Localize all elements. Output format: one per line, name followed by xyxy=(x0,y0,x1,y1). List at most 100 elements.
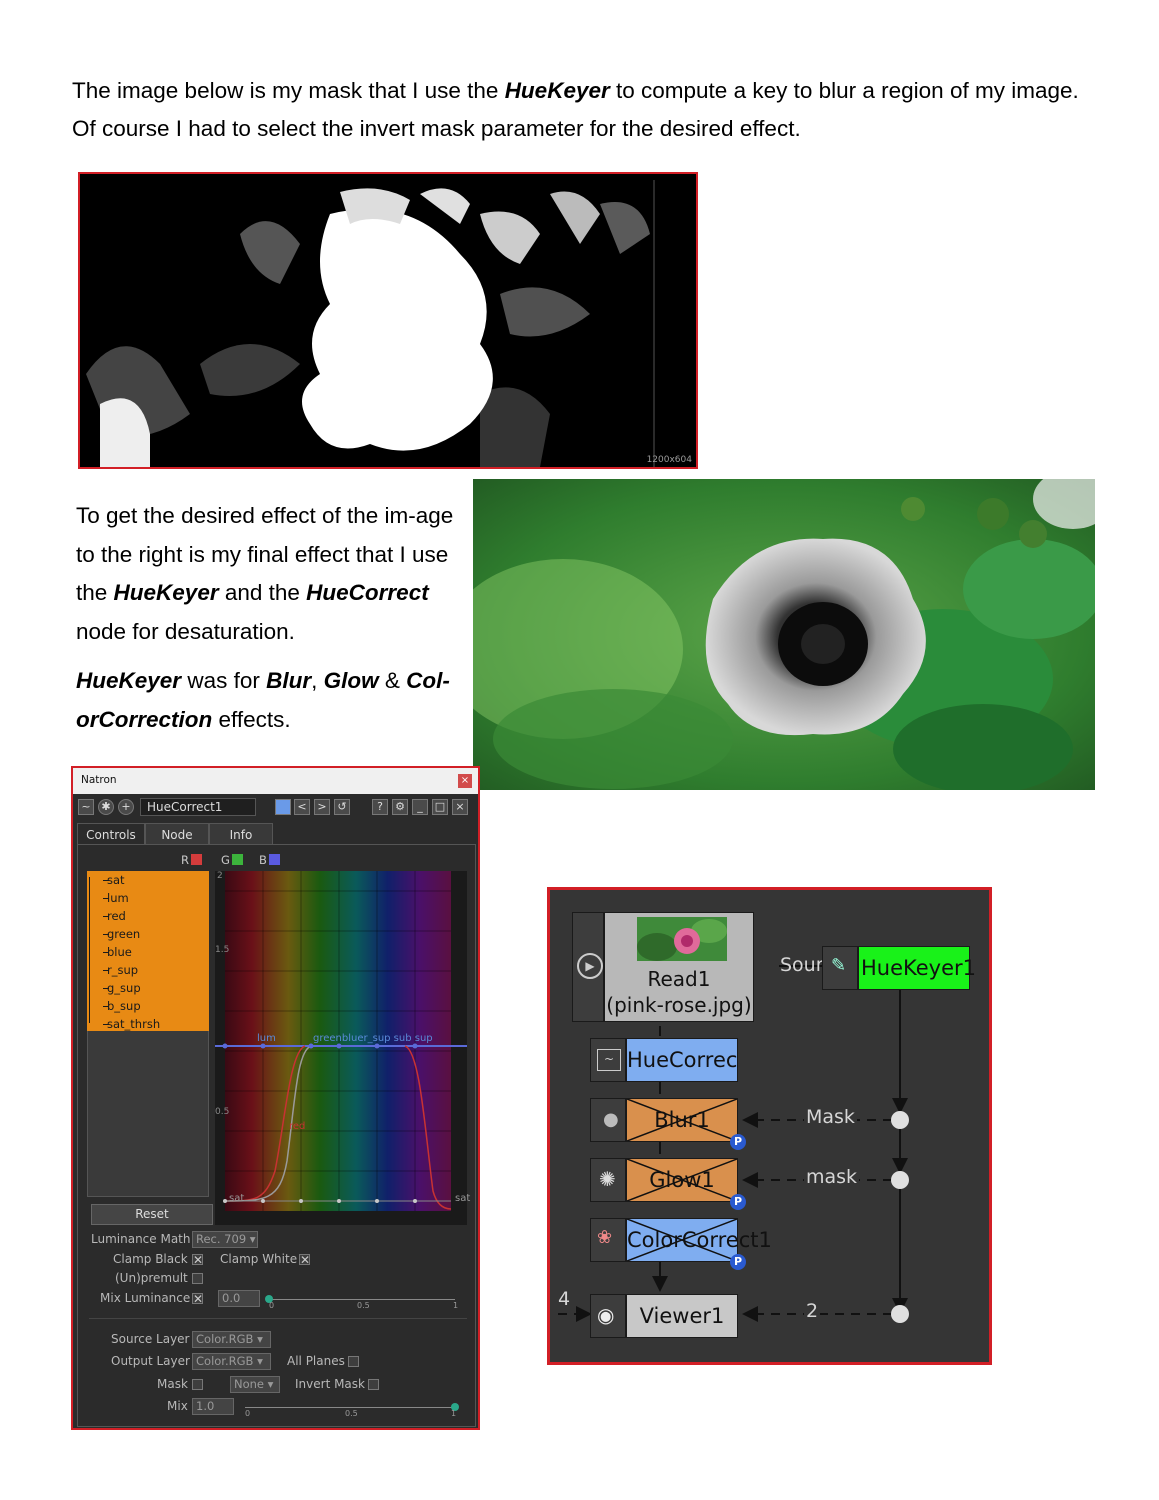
mix-label: Mix xyxy=(167,1399,188,1413)
viewer-side: ◉ xyxy=(590,1294,626,1338)
gear-icon[interactable]: ✱ xyxy=(98,799,114,815)
curve-item-g-sup[interactable]: g_sup xyxy=(103,981,141,995)
maximize-icon[interactable]: □ xyxy=(432,799,448,815)
curve-item-r-sup[interactable]: r_sup xyxy=(102,963,138,977)
glow-node[interactable]: Glow1 xyxy=(626,1158,738,1202)
colorcorrect-label: ColorCorrect1 xyxy=(627,1228,772,1252)
mask-select[interactable]: None ▾ xyxy=(230,1376,280,1393)
tab-node[interactable]: Node xyxy=(145,823,209,845)
mask-label: Mask xyxy=(157,1377,188,1391)
unpremult-checkbox[interactable] xyxy=(192,1273,203,1284)
minimize-icon[interactable]: _ xyxy=(412,799,428,815)
eye-icon: ◉ xyxy=(597,1303,615,1327)
curve-item-green[interactable]: green xyxy=(102,927,140,941)
mask-image: 1200x604 xyxy=(78,172,698,469)
close-icon[interactable]: × xyxy=(458,774,472,788)
colorcorrect-p-badge: P xyxy=(730,1254,746,1270)
curve-editor[interactable]: lum greenbluer_sup sub sup red sat sat 1… xyxy=(215,871,471,1225)
mask-edge-label: Mask xyxy=(804,1106,857,1128)
read-thumbnail xyxy=(637,917,727,961)
tab-info[interactable]: Info xyxy=(209,823,273,845)
mask-artwork xyxy=(86,180,655,467)
invert-mask-checkbox[interactable] xyxy=(368,1379,379,1390)
mix-field[interactable]: 1.0 xyxy=(192,1398,234,1415)
blur-label: Blur1 xyxy=(654,1108,710,1132)
curve-item-b-sup[interactable]: b_sup xyxy=(103,999,141,1013)
colorcorrect-side: ❀ xyxy=(590,1218,626,1262)
undo-icon[interactable]: < xyxy=(294,799,310,815)
graph-y-05: 0.5 xyxy=(215,1107,230,1117)
mix-luminance-checkbox[interactable]: ✕ xyxy=(192,1293,203,1305)
curve-item-red[interactable]: red xyxy=(103,909,126,923)
curve-item-blue[interactable]: blue xyxy=(103,945,132,959)
clamp-white-checkbox[interactable]: ✕ xyxy=(299,1254,310,1266)
channel-g[interactable]: G xyxy=(221,853,243,867)
node-graph: ▶ Read1 (pink-rose.jpg) Sour ✎ HueKeyer1… xyxy=(547,887,992,1365)
output-layer-select[interactable]: Color.RGB ▾ xyxy=(192,1353,271,1370)
blur-side: ● xyxy=(590,1098,626,1142)
clamp-black-checkbox[interactable]: ✕ xyxy=(192,1254,203,1266)
all-planes-label: All Planes xyxy=(287,1354,345,1368)
huekeyer-side: ✎ xyxy=(822,946,858,990)
help-icon[interactable]: ? xyxy=(372,799,388,815)
all-planes-checkbox[interactable] xyxy=(348,1356,359,1367)
mix-luminance-field[interactable]: 0.0 xyxy=(218,1290,260,1307)
source-edge-label: Sour xyxy=(780,954,824,976)
tab-controls[interactable]: Controls xyxy=(77,823,145,845)
channel-b[interactable]: B xyxy=(259,853,280,867)
add-icon[interactable]: + xyxy=(118,799,134,815)
graph-label-lum: lum xyxy=(257,1033,276,1044)
reset-button[interactable]: Reset xyxy=(91,1204,213,1225)
node-name-field[interactable]: HueCorrect1 xyxy=(140,798,256,816)
glow-p-badge: P xyxy=(730,1194,746,1210)
mask-edge-label-2: mask xyxy=(804,1166,860,1188)
huecorrect-node[interactable]: HueCorrect1 xyxy=(626,1038,738,1082)
r-checkbox[interactable] xyxy=(191,854,202,865)
unpremult-label: (Un)premult xyxy=(115,1271,188,1285)
viewer-input-count: 4 xyxy=(558,1288,571,1310)
rose-artwork xyxy=(473,479,1095,790)
mask-checkbox[interactable] xyxy=(192,1379,203,1390)
restore-icon[interactable]: ↺ xyxy=(334,799,350,815)
clamp-white-label: Clamp White xyxy=(220,1252,298,1266)
glow-side: ✺ xyxy=(590,1158,626,1202)
redo-icon[interactable]: > xyxy=(314,799,330,815)
mix-luminance-slider[interactable]: 0 0.5 1 xyxy=(265,1291,459,1311)
blur-node[interactable]: Blur1 xyxy=(626,1098,738,1142)
curve-item-sat-thrsh[interactable]: sat_thrsh xyxy=(102,1017,160,1031)
read-filename: (pink-rose.jpg) xyxy=(606,993,752,1017)
window-title: Natron xyxy=(81,774,117,786)
output-layer-label: Output Layer xyxy=(111,1354,190,1368)
channel-r[interactable]: R xyxy=(181,853,202,867)
mix-slider[interactable]: 0 0.5 1 xyxy=(245,1399,460,1419)
clamp-black-label: Clamp Black xyxy=(113,1252,188,1266)
source-layer-label: Source Layer xyxy=(111,1332,190,1346)
viewer-node[interactable]: Viewer1 xyxy=(626,1294,738,1338)
curve-icon[interactable]: ~ xyxy=(78,799,94,815)
curve-item-sat[interactable]: sat xyxy=(103,873,125,887)
panel-toolbar: ~ ✱ + HueCorrect1 < > ↺ ? ⚙ _ □ × xyxy=(78,798,476,818)
graph-label-sat: sat xyxy=(229,1193,245,1204)
curve-item-lum[interactable]: lum xyxy=(103,891,129,905)
g-checkbox[interactable] xyxy=(231,854,243,865)
read-node[interactable]: Read1 (pink-rose.jpg) xyxy=(604,912,754,1022)
window-titlebar: Natron × xyxy=(73,768,478,794)
graph-label-red: red xyxy=(289,1121,306,1132)
side-paragraph-1: To get the desired effect of the im-age … xyxy=(76,503,454,644)
close-panel-icon[interactable]: × xyxy=(452,799,468,815)
b-checkbox[interactable] xyxy=(268,854,280,865)
settings-icon[interactable]: ⚙ xyxy=(392,799,408,815)
drop-icon: ● xyxy=(603,1109,619,1130)
color-swatch[interactable] xyxy=(275,799,291,815)
colorcorrect-node[interactable]: ColorCorrect1 xyxy=(626,1218,772,1262)
sun-icon: ✺ xyxy=(599,1167,616,1191)
huekeyer-node[interactable]: HueKeyer1 xyxy=(858,946,976,990)
huecorrect-side: ~ xyxy=(590,1038,626,1082)
curve-node-icon: ~ xyxy=(597,1049,621,1071)
side-paragraph-2: HueKeyer was for Blur, Glow & Col-orCorr… xyxy=(76,668,450,732)
read-node-side: ▶ xyxy=(572,912,604,1022)
source-layer-select[interactable]: Color.RGB ▾ xyxy=(192,1331,271,1348)
luminance-math-select[interactable]: Rec. 709 ▾ xyxy=(192,1231,258,1248)
graph-label-sat-right: sat xyxy=(455,1193,471,1204)
play-icon[interactable]: ▶ xyxy=(577,953,603,979)
